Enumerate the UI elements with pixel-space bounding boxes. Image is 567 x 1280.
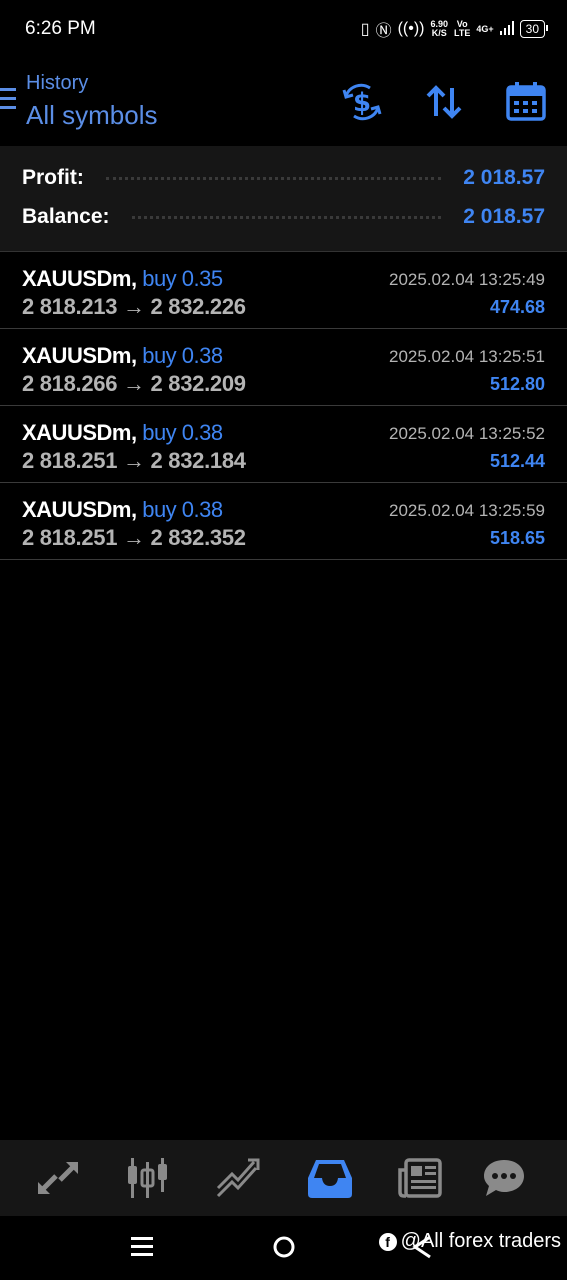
trade-row[interactable]: XAUUSDm, buy 0.38 2 818.251 → 2 832.184 … — [0, 406, 567, 483]
app-header: History All symbols $ — [0, 58, 567, 146]
nfc-icon: Ⓝ — [375, 23, 392, 40]
trade-side: buy 0.38 — [142, 497, 223, 522]
watermark-text: @All forex traders — [400, 1230, 561, 1252]
trade-symbol: XAUUSDm, buy 0.38 — [22, 420, 223, 446]
trade-row[interactable]: XAUUSDm, buy 0.38 2 818.251 → 2 832.352 … — [0, 483, 567, 560]
net-speed-unit: K/S — [431, 28, 447, 38]
open-price: 2 818.251 — [22, 448, 118, 473]
trade-symbol: XAUUSDm, buy 0.38 — [22, 343, 223, 369]
currency-exchange-button[interactable]: $ — [340, 80, 384, 124]
profit-label: Profit: — [22, 166, 84, 189]
trade-time: 2025.02.04 13:25:52 — [389, 424, 545, 443]
status-time: 6:26 PM — [25, 18, 96, 39]
profit-value: 2 018.57 — [463, 166, 545, 189]
quotes-icon — [38, 1162, 78, 1194]
arrow-icon: → — [123, 448, 145, 473]
profit-row: Profit: 2 018.57 — [22, 163, 545, 193]
balance-label: Balance: — [22, 205, 110, 228]
signal-icon — [499, 20, 514, 38]
trade-profit: 512.44 — [489, 451, 545, 471]
close-price: 2 832.226 — [150, 294, 246, 319]
symbol-name: XAUUSDm, — [22, 343, 137, 368]
facebook-icon: f — [378, 1232, 397, 1251]
trade-row[interactable]: XAUUSDm, buy 0.38 2 818.266 → 2 832.209 … — [0, 329, 567, 406]
balance-row: Balance: 2 018.57 — [22, 202, 545, 232]
trade-prices: 2 818.251 → 2 832.184 — [22, 448, 246, 474]
close-price: 2 832.184 — [150, 448, 246, 473]
balance-value: 2 018.57 — [463, 205, 545, 228]
trade-symbol: XAUUSDm, buy 0.38 — [22, 497, 223, 523]
trade-prices: 2 818.251 → 2 832.352 — [22, 525, 246, 551]
trade-symbol: XAUUSDm, buy 0.35 — [22, 266, 223, 292]
nav-quotes[interactable] — [34, 1156, 82, 1200]
chart-icon — [128, 1158, 167, 1198]
close-price: 2 832.352 — [150, 525, 246, 550]
open-price: 2 818.213 — [22, 294, 118, 319]
symbol-name: XAUUSDm, — [22, 497, 137, 522]
sort-button[interactable] — [422, 80, 466, 124]
trade-prices: 2 818.266 → 2 832.209 — [22, 371, 246, 397]
status-icons: ▯ Ⓝ ((•)) 6.90 K/S Vo LTE 4G+ 30 — [360, 16, 549, 42]
currency-exchange-icon: $ — [342, 83, 382, 121]
trade-time: 2025.02.04 13:25:49 — [389, 270, 545, 289]
profit-dots — [105, 176, 442, 180]
nav-chat[interactable] — [480, 1156, 528, 1200]
calendar-icon — [506, 82, 546, 121]
battery-icon: 30 — [519, 20, 549, 38]
trade-list: XAUUSDm, buy 0.35 2 818.213 → 2 832.226 … — [0, 252, 567, 560]
arrow-icon: → — [123, 525, 145, 550]
recents-icon — [131, 1237, 153, 1256]
trade-side: buy 0.35 — [142, 266, 223, 291]
trade-row[interactable]: XAUUSDm, buy 0.35 2 818.213 → 2 832.226 … — [0, 252, 567, 329]
sort-icon — [426, 85, 462, 119]
trade-time: 2025.02.04 13:25:51 — [389, 347, 545, 366]
trade-profit: 518.65 — [489, 528, 545, 548]
vibrate-icon: ▯ — [360, 21, 370, 38]
system-nav-bar: f @All forex traders — [0, 1216, 567, 1280]
trade-profit: 512.80 — [489, 374, 545, 394]
news-icon — [398, 1158, 442, 1198]
hotspot-icon: ((•)) — [397, 20, 425, 37]
volte-indicator: Vo LTE — [454, 20, 470, 38]
close-price: 2 832.209 — [150, 371, 246, 396]
network-type: 4G+ — [476, 23, 494, 34]
arrow-icon: → — [123, 294, 145, 319]
svg-text:$: $ — [353, 88, 371, 118]
symbol-name: XAUUSDm, — [22, 420, 137, 445]
open-price: 2 818.266 — [22, 371, 118, 396]
header-subtitle: History — [26, 72, 89, 94]
watermark: f @All forex traders — [378, 1230, 561, 1253]
nav-history[interactable] — [306, 1156, 354, 1200]
balance-dots — [131, 215, 442, 219]
nav-chart[interactable] — [124, 1156, 172, 1200]
nav-trade[interactable] — [214, 1156, 262, 1200]
trade-time: 2025.02.04 13:25:59 — [389, 501, 545, 520]
calendar-button[interactable] — [504, 80, 548, 124]
history-icon — [308, 1160, 352, 1198]
open-price: 2 818.251 — [22, 525, 118, 550]
home-button[interactable] — [272, 1234, 296, 1265]
chat-icon — [484, 1160, 524, 1196]
account-summary: Profit: 2 018.57 Balance: 2 018.57 — [0, 146, 567, 252]
net-speed: 6.90 K/S — [431, 20, 449, 38]
home-icon — [273, 1236, 295, 1258]
menu-icon[interactable] — [0, 88, 16, 112]
symbol-name: XAUUSDm, — [22, 266, 137, 291]
arrow-icon: → — [123, 371, 145, 396]
nav-news[interactable] — [396, 1156, 444, 1200]
trade-prices: 2 818.213 → 2 832.226 — [22, 294, 246, 320]
trade-icon — [216, 1158, 260, 1198]
volte-bottom: LTE — [454, 28, 471, 38]
trade-side: buy 0.38 — [142, 420, 223, 445]
status-bar: 6:26 PM ▯ Ⓝ ((•)) 6.90 K/S Vo LTE 4G+ 30 — [0, 0, 567, 58]
symbol-filter[interactable]: All symbols — [26, 100, 157, 131]
trade-side: buy 0.38 — [142, 343, 223, 368]
recents-button[interactable] — [130, 1234, 154, 1265]
bottom-nav — [0, 1140, 567, 1216]
trade-profit: 474.68 — [489, 297, 545, 317]
